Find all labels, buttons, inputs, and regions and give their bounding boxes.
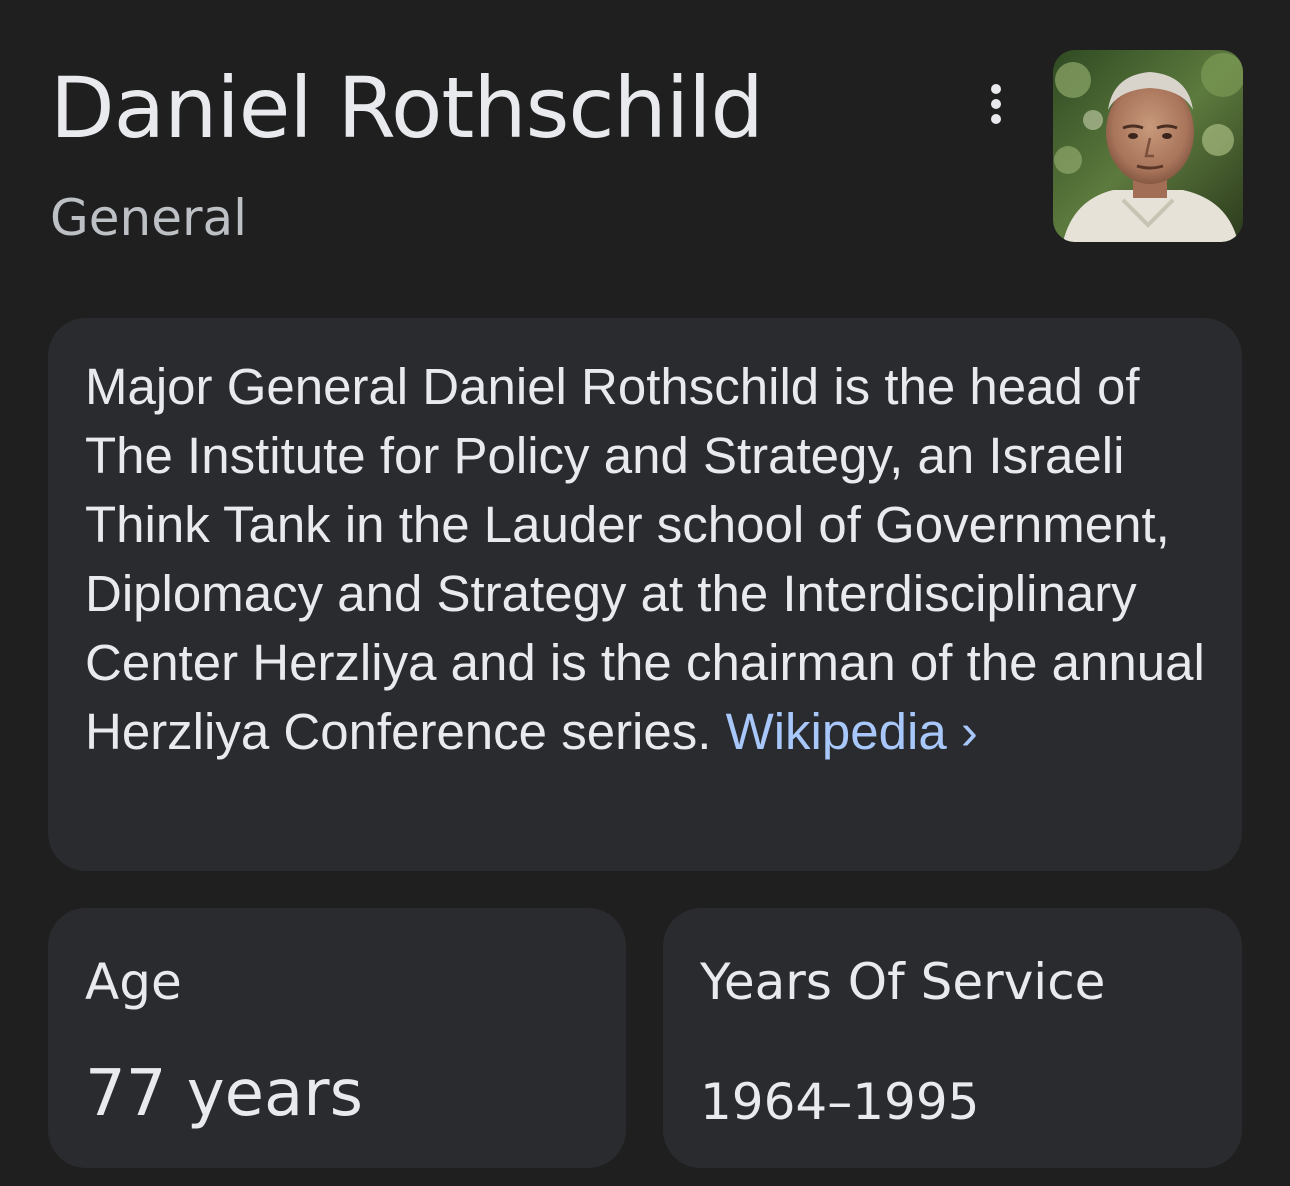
wikipedia-link[interactable]: Wikipedia › bbox=[726, 703, 978, 760]
description-text: Major General Daniel Rothschild is the h… bbox=[85, 352, 1215, 766]
description-body: Major General Daniel Rothschild is the h… bbox=[85, 358, 1205, 760]
years-of-service-value: 1964–1995 bbox=[700, 1073, 980, 1131]
more-vert-icon bbox=[991, 84, 1001, 94]
entity-title: Daniel Rothschild bbox=[50, 59, 764, 157]
more-options-button[interactable] bbox=[966, 74, 1026, 134]
age-card[interactable]: Age 77 years bbox=[48, 908, 626, 1168]
age-value: 77 years bbox=[85, 1057, 363, 1131]
description-card: Major General Daniel Rothschild is the h… bbox=[48, 318, 1242, 871]
years-of-service-label: Years Of Service bbox=[700, 953, 1106, 1011]
entity-photo[interactable] bbox=[1053, 50, 1243, 242]
chevron-right-icon: › bbox=[960, 703, 978, 760]
entity-subtitle: General bbox=[50, 189, 248, 247]
years-of-service-card[interactable]: Years Of Service 1964–1995 bbox=[663, 908, 1242, 1168]
more-vert-icon-dot bbox=[991, 114, 1001, 124]
age-label: Age bbox=[85, 953, 182, 1011]
wikipedia-link-label: Wikipedia bbox=[725, 703, 947, 760]
portrait-image bbox=[1053, 50, 1243, 242]
knowledge-panel: Daniel Rothschild General Major General … bbox=[0, 0, 1290, 1186]
more-vert-icon-dot bbox=[991, 99, 1001, 109]
